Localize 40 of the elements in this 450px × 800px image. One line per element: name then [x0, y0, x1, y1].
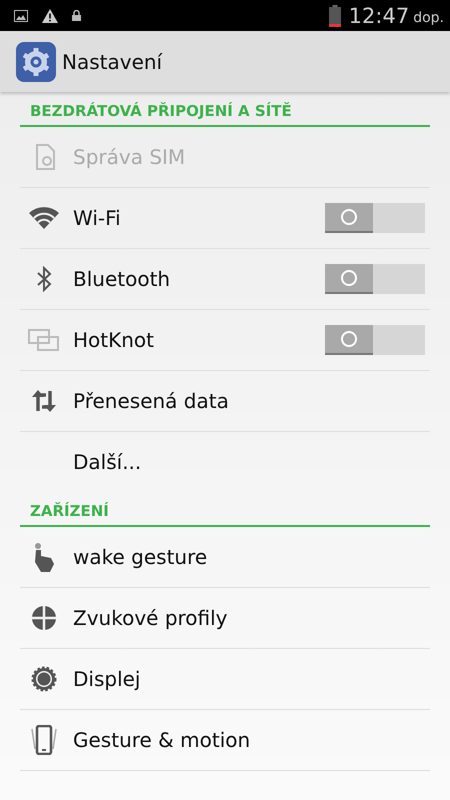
- settings-item[interactable]: Wi-Fi: [20, 187, 430, 248]
- item-label: Displej: [73, 667, 142, 691]
- battery-icon: [328, 4, 341, 26]
- settings-item[interactable]: Displej: [20, 648, 430, 709]
- item-label: Další...: [73, 450, 142, 474]
- item-label: HotKnot: [73, 328, 155, 352]
- settings-item[interactable]: Další...: [20, 431, 430, 492]
- item-label: Wi-Fi: [73, 206, 122, 230]
- toggle-switch[interactable]: [325, 203, 425, 233]
- brightness-icon: [30, 666, 56, 692]
- item-label: Správa SIM: [73, 145, 186, 169]
- settings-item[interactable]: Gesture & motion: [20, 709, 430, 770]
- item-label: wake gesture: [73, 545, 208, 569]
- section-header: BEZDRÁTOVÁ PŘIPOJENÍ A SÍTĚ: [20, 92, 430, 127]
- overlapping-squares-icon: [28, 329, 60, 351]
- settings-item[interactable]: Zvukové profily: [20, 587, 430, 648]
- item-label: Zvukové profily: [73, 606, 229, 630]
- toggle-switch[interactable]: [325, 325, 425, 355]
- clock-time: 12:47: [348, 4, 410, 28]
- app-title: Nastavení: [62, 50, 162, 74]
- settings-item[interactable]: Přenesená data: [20, 370, 430, 431]
- bluetooth-icon: [36, 266, 52, 292]
- section-header: ZAŘÍZENÍ: [20, 492, 430, 527]
- settings-item[interactable]: wake gesture: [20, 527, 430, 587]
- toggle-switch[interactable]: [325, 264, 425, 294]
- pointing-hand-icon: [32, 542, 54, 572]
- item-label: Gesture & motion: [73, 728, 252, 752]
- item-label: Přenesená data: [73, 389, 230, 413]
- settings-icon: [16, 42, 56, 82]
- phone-tilt-icon: [30, 725, 58, 755]
- clock-period: dop.: [413, 10, 444, 26]
- settings-item[interactable]: HotKnot: [20, 309, 430, 370]
- image-icon: [14, 10, 28, 22]
- settings-item[interactable]: Bluetooth: [20, 248, 430, 309]
- sync-arrows-icon: [30, 388, 56, 414]
- item-label: Bluetooth: [73, 267, 172, 291]
- wifi-icon: [28, 207, 58, 229]
- quartered-circle-icon: [32, 606, 56, 630]
- lock-icon: [72, 10, 81, 21]
- warning-icon: [42, 8, 58, 22]
